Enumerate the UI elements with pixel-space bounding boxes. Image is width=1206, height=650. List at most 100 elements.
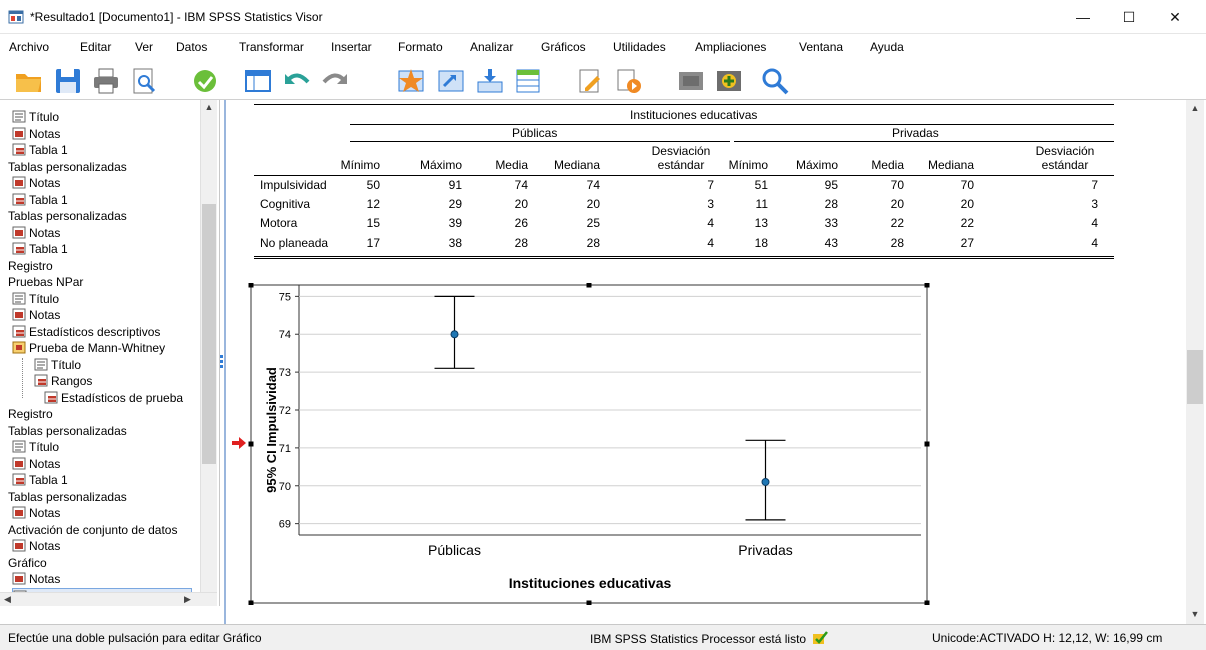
outline-item-label: Tabla 1: [29, 242, 68, 256]
menu-ayuda[interactable]: Ayuda: [870, 40, 904, 54]
error-bar-chart[interactable]: 69 70 71 72 73 74 75 Públicas Privadas Institucio…: [248, 282, 930, 606]
menu-ver[interactable]: Ver: [135, 40, 153, 54]
hide-icon[interactable]: [676, 66, 706, 96]
y-tick-label: 75: [279, 291, 291, 303]
title-icon: [12, 440, 29, 454]
content-vertical-scrollbar[interactable]: ▲ ▼: [1186, 100, 1204, 624]
edit-icon[interactable]: [575, 66, 605, 96]
outline-item[interactable]: Tablas personalizadas: [8, 423, 127, 439]
outline-item-label: Notas: [29, 176, 61, 190]
outline-item[interactable]: Estadísticos descriptivos: [12, 324, 160, 340]
show-all-icon[interactable]: [614, 66, 644, 96]
outline-item-label: Notas: [29, 539, 61, 553]
outline-pane: Título Notas Tabla 1 Tablas personalizadas N…: [0, 100, 220, 606]
outline-item[interactable]: Notas: [12, 456, 60, 472]
outline-item[interactable]: Notas: [12, 175, 60, 191]
outline-item[interactable]: Título: [12, 439, 59, 455]
menu-analizar[interactable]: Analizar: [470, 40, 513, 54]
mean-point: [761, 477, 770, 486]
outline-item[interactable]: Notas: [12, 225, 60, 241]
search-icon[interactable]: [760, 66, 790, 96]
table-cell: 91: [448, 178, 462, 192]
outline-item[interactable]: Estadísticos de prueba: [44, 390, 183, 406]
status-processor: IBM SPSS Statistics Processor está listo: [590, 631, 829, 646]
title-icon: [12, 292, 29, 306]
outline-item[interactable]: Tabla 1: [12, 142, 68, 158]
save-icon[interactable]: [53, 66, 83, 96]
redo-icon[interactable]: [320, 66, 350, 96]
outline-item[interactable]: Tabla 1: [12, 192, 68, 208]
print-preview-icon[interactable]: [129, 66, 159, 96]
designate-window-icon[interactable]: [396, 66, 426, 96]
outline-item-label: Registro: [8, 258, 53, 273]
y-tick-label: 69: [279, 519, 291, 531]
insert-cases-icon[interactable]: [475, 66, 505, 96]
outline-item[interactable]: Notas: [12, 307, 60, 323]
content-scroll-up-icon[interactable]: ▲: [1186, 100, 1204, 116]
table-cell: 74: [586, 178, 600, 192]
outline-item[interactable]: Activación de conjunto de datos: [8, 522, 177, 538]
outline-scroll-thumb[interactable]: [202, 204, 216, 464]
y-tick-label: 74: [279, 329, 291, 341]
outline-item[interactable]: Gráfico: [8, 555, 47, 571]
menu-insertar[interactable]: Insertar: [331, 40, 372, 54]
col-header-desviacion: Desviación: [651, 144, 711, 158]
scroll-right-arrow-icon[interactable]: ▶: [184, 593, 191, 606]
outline-vertical-scrollbar[interactable]: ▲: [200, 100, 217, 592]
outline-item[interactable]: Notas: [12, 538, 60, 554]
goto-data-icon[interactable]: [243, 66, 273, 96]
scroll-left-arrow-icon[interactable]: ◀: [4, 593, 11, 606]
outline-item[interactable]: Prueba de Mann-Whitney: [12, 340, 165, 356]
menu-ampliaciones[interactable]: Ampliaciones: [695, 40, 766, 54]
scroll-up-arrow-icon[interactable]: ▲: [201, 100, 217, 114]
outline-item-label: Tabla 1: [29, 143, 68, 157]
print-icon[interactable]: [91, 66, 121, 96]
menu-graficos[interactable]: Gráficos: [541, 40, 586, 54]
table-cell: 70: [890, 178, 904, 192]
content-scroll-thumb[interactable]: [1187, 350, 1203, 404]
table-cell: 74: [514, 178, 528, 192]
col-header: Mediana: [553, 158, 600, 172]
notes-icon: [12, 127, 29, 141]
outline-item[interactable]: Rangos: [34, 373, 92, 389]
outline-horizontal-scrollbar[interactable]: ◀ ▶: [0, 592, 217, 606]
outline-item-label: Prueba de Mann-Whitney: [29, 341, 166, 355]
maximize-button[interactable]: ☐: [1106, 0, 1152, 34]
minimize-button[interactable]: —: [1060, 0, 1106, 34]
menu-archivo[interactable]: Archivo: [9, 40, 49, 54]
outline-item[interactable]: Notas: [12, 571, 60, 587]
outline-item[interactable]: Título: [12, 291, 59, 307]
outline-item[interactable]: Tabla 1: [12, 472, 68, 488]
content-scroll-down-icon[interactable]: ▼: [1186, 606, 1204, 622]
open-folder-icon[interactable]: [14, 66, 44, 96]
outline-item[interactable]: Título: [12, 109, 59, 125]
status-hint: Efectúe una doble pulsación para editar …: [8, 631, 262, 645]
table-cell: 38: [448, 236, 462, 250]
export-icon[interactable]: [190, 66, 220, 96]
outline-item[interactable]: Tabla 1: [12, 241, 68, 257]
outline-item[interactable]: Tablas personalizadas: [8, 159, 127, 175]
promote-icon[interactable]: [714, 66, 744, 96]
menu-utilidades[interactable]: Utilidades: [613, 40, 666, 54]
spss-app-icon: [8, 10, 24, 24]
select-variables-icon[interactable]: [513, 66, 543, 96]
table-cell: 7: [707, 178, 714, 192]
outline-item[interactable]: Tablas personalizadas: [8, 489, 127, 505]
menu-transformar[interactable]: Transformar: [239, 40, 304, 54]
menu-editar[interactable]: Editar: [80, 40, 111, 54]
outline-item[interactable]: Notas: [12, 126, 60, 142]
outline-item-label: Título: [51, 357, 82, 372]
outline-item[interactable]: Título: [34, 357, 81, 373]
outline-item[interactable]: Registro: [8, 406, 53, 422]
undo-icon[interactable]: [282, 66, 312, 96]
outline-item-label: Notas: [29, 225, 61, 240]
menu-formato[interactable]: Formato: [398, 40, 443, 54]
outline-item[interactable]: Notas: [12, 505, 60, 521]
menu-datos[interactable]: Datos: [176, 40, 207, 54]
outline-item[interactable]: Registro: [8, 258, 53, 274]
outline-item[interactable]: Tablas personalizadas: [8, 208, 127, 224]
goto-case-icon[interactable]: [436, 66, 466, 96]
close-button[interactable]: ✕: [1152, 0, 1198, 34]
menu-ventana[interactable]: Ventana: [799, 40, 843, 54]
outline-item[interactable]: Pruebas NPar: [8, 274, 83, 290]
